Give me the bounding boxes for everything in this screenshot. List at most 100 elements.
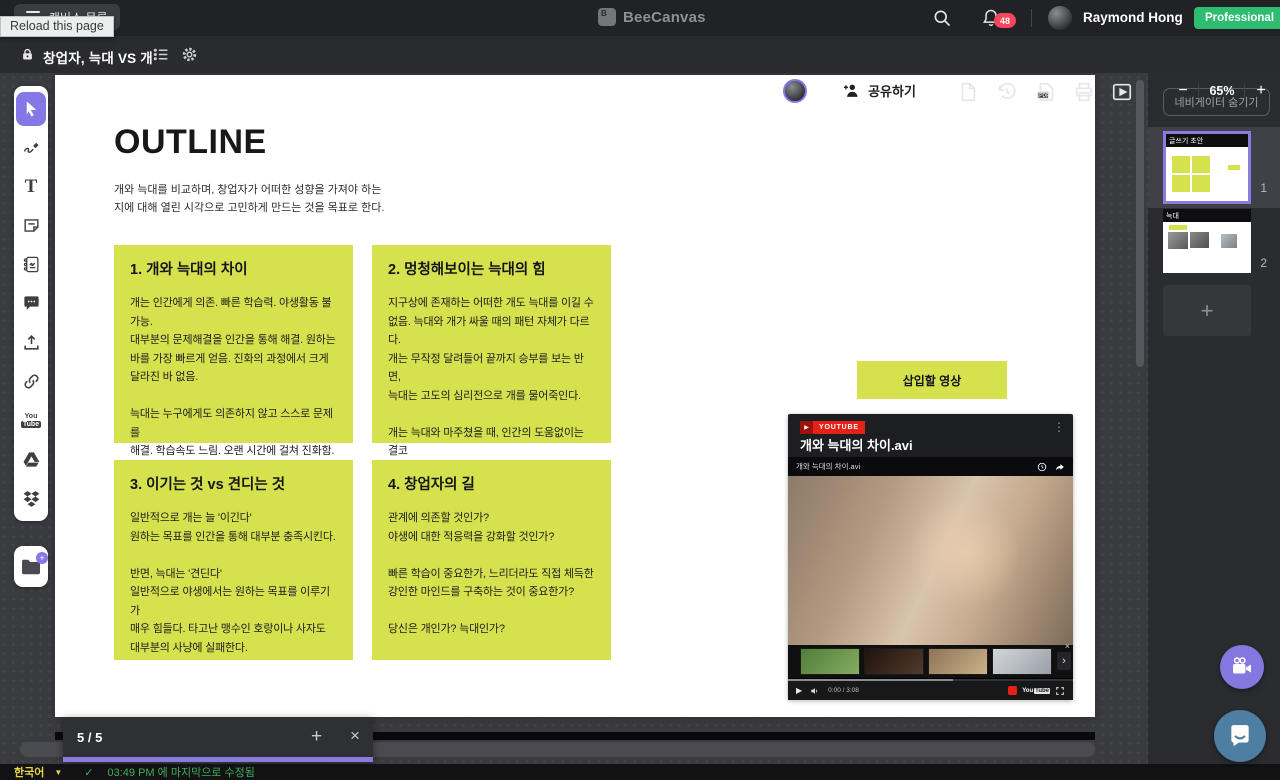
lock-icon[interactable]	[20, 46, 35, 63]
youtube-red-icon[interactable]	[1008, 686, 1017, 695]
canvas-page[interactable]: OUTLINE 개와 늑대를 비교하며, 창업자가 어떠한 성향을 가져야 하는…	[55, 75, 1095, 717]
top-bar: 캔버스 목록 BeeCanvas 48 Raymond Hong Profess…	[0, 0, 1280, 36]
add-page-button[interactable]: +	[311, 726, 322, 748]
tool-comment-button[interactable]	[16, 287, 46, 321]
fullscreen-icon[interactable]	[1055, 686, 1065, 696]
related-thumbnail[interactable]	[992, 648, 1052, 675]
thumbnail-image	[1190, 232, 1209, 248]
page-indicator: 5 / 5	[77, 730, 102, 745]
outline-list-icon[interactable]	[152, 46, 170, 63]
divider	[1146, 81, 1147, 101]
youtube-logo[interactable]: YouTube	[1022, 688, 1050, 694]
logo-text: BeeCanvas	[623, 9, 706, 26]
plan-badge[interactable]: Professional	[1194, 7, 1280, 29]
page-indicator-panel: 5 / 5 + ×	[63, 717, 373, 762]
share-button[interactable]: 공유하기	[823, 77, 935, 104]
box-title: 1. 개와 늑대의 차이	[130, 258, 337, 279]
tool-note-button[interactable]	[16, 209, 46, 243]
share-arrow-icon[interactable]	[1055, 462, 1065, 472]
strip-next-icon[interactable]: ›	[1057, 652, 1071, 670]
related-thumbnail[interactable]	[928, 648, 988, 675]
tool-signature-pad-button[interactable]	[16, 248, 46, 282]
tool-link-button[interactable]	[16, 365, 46, 399]
youtube-video-card[interactable]: ▶ YOUTUBE ⋮ 개와 늑대의 차이.avi 개와 늑대의 차이.avi	[788, 414, 1073, 700]
upload-icon	[22, 333, 41, 352]
tool-pen-button[interactable]	[16, 131, 46, 165]
page-description: 개와 늑대를 비교하며, 창업자가 어떠한 성향을 가져야 하는 지에 대해 열…	[114, 181, 414, 217]
search-icon[interactable]	[932, 8, 952, 28]
video-call-button[interactable]	[1220, 645, 1264, 689]
thumbnail-image	[1168, 232, 1188, 249]
settings-gear-icon[interactable]	[181, 46, 198, 63]
volume-icon[interactable]	[810, 686, 820, 696]
related-thumbnail[interactable]	[800, 648, 860, 675]
google-drive-icon	[22, 450, 41, 469]
canvas-workspace[interactable]: OUTLINE 개와 늑대를 비교하며, 창업자가 어떠한 성향을 가져야 하는…	[0, 73, 1280, 780]
divider	[1031, 9, 1032, 27]
beecanvas-app: OUTLINE 개와 늑대를 비교하며, 창업자가 어떠한 성향을 가져야 하는…	[0, 0, 1280, 780]
video-player[interactable]: 개와 늑대의 차이.avi × ›	[788, 457, 1073, 700]
youtube-icon: You Tube	[21, 413, 41, 428]
print-icon[interactable]	[1073, 81, 1095, 103]
time-display: 0:00 / 3:08	[828, 687, 1000, 694]
box-title: 2. 멍청해보이는 늑대의 힘	[388, 258, 595, 279]
text-icon: T	[25, 176, 38, 198]
tool-text-button[interactable]: T	[16, 170, 46, 204]
content-box-4[interactable]: 4. 창업자의 길 관계에 의존할 것인가? 야생에 대한 적응력을 강화할 것…	[372, 460, 611, 660]
related-thumbnail[interactable]	[864, 648, 924, 675]
signature-pad-icon	[22, 255, 41, 274]
page-thumbnail-2[interactable]: 늑대	[1163, 209, 1251, 273]
zoom-out-button[interactable]: −	[1170, 77, 1196, 104]
comment-icon	[22, 294, 41, 313]
thumbnail-preview-grid	[1172, 156, 1210, 192]
thumbnail-preview-dash	[1228, 165, 1240, 170]
add-person-icon	[842, 81, 861, 100]
video-camera-icon	[1230, 655, 1254, 679]
zoom-level[interactable]: 65%	[1202, 77, 1242, 104]
thumbnail-title: 글쓰기 초안	[1166, 134, 1248, 147]
page-thumbnail-1[interactable]: 글쓰기 초안	[1163, 131, 1251, 204]
document-title[interactable]: 창업자, 늑대 VS 개	[43, 47, 153, 67]
insert-video-label[interactable]: 삽입할 영상	[857, 361, 1007, 399]
export-pdf-icon[interactable]: PDF	[1035, 81, 1057, 103]
close-pager-button[interactable]: ×	[350, 726, 360, 746]
page-number: 2	[1260, 256, 1267, 270]
chat-messenger-button[interactable]	[1214, 710, 1266, 762]
tool-dropbox-button[interactable]	[16, 482, 46, 516]
thumbnail-image	[1221, 234, 1237, 248]
play-button[interactable]: ▶	[796, 686, 802, 695]
library-panel[interactable]: +	[14, 546, 48, 587]
video-frame[interactable]	[788, 476, 1073, 645]
caret-down-icon[interactable]: ▼	[54, 768, 62, 777]
kebab-menu-icon[interactable]: ⋮	[1053, 420, 1065, 434]
add-page-tile[interactable]: +	[1163, 285, 1251, 336]
notification-count-badge[interactable]: 48	[994, 13, 1016, 28]
box-title: 3. 이기는 것 vs 견디는 것	[130, 473, 337, 494]
related-thumbnails-strip	[788, 645, 1073, 678]
video-card-header: ▶ YOUTUBE ⋮ 개와 늑대의 차이.avi	[788, 414, 1073, 457]
vertical-scrollbar[interactable]	[1136, 80, 1144, 367]
content-box-3[interactable]: 3. 이기는 것 vs 견디는 것 일반적으로 개는 늘 '이긴다' 원하는 목…	[114, 460, 353, 660]
new-page-icon[interactable]	[957, 81, 979, 103]
watch-later-icon[interactable]	[1037, 462, 1047, 472]
present-icon[interactable]	[1111, 81, 1133, 103]
content-box-1[interactable]: 1. 개와 늑대의 차이 개는 인간에게 의존. 빠른 학습력. 야생활동 불가…	[114, 245, 353, 443]
strip-close-icon[interactable]: ×	[1065, 642, 1070, 651]
tool-select-button[interactable]	[16, 92, 46, 126]
box-title: 4. 창업자의 길	[388, 473, 595, 494]
content-box-2[interactable]: 2. 멍청해보이는 늑대의 힘 지구상에 존재하는 어떠한 개도 늑대를 이길 …	[372, 245, 611, 443]
video-title: 개와 늑대의 차이.avi	[800, 435, 913, 454]
divider	[1244, 84, 1245, 98]
beecanvas-logo[interactable]: BeeCanvas	[598, 8, 706, 26]
tool-upload-button[interactable]	[16, 326, 46, 360]
zoom-in-button[interactable]: +	[1248, 77, 1274, 104]
collaborator-avatar[interactable]	[783, 79, 807, 103]
box-body: 지구상에 존재하는 어떠한 개도 늑대를 이길 수 없음. 늑대와 개가 싸울 …	[388, 294, 595, 479]
user-avatar[interactable]	[1048, 6, 1072, 30]
page-title: OUTLINE	[114, 123, 267, 162]
tool-google-drive-button[interactable]	[16, 443, 46, 477]
youtube-play-icon: ▶	[800, 421, 813, 434]
history-icon[interactable]	[996, 81, 1018, 103]
language-selector[interactable]: 한국어	[14, 764, 44, 780]
tool-youtube-button[interactable]: You Tube	[16, 404, 46, 438]
